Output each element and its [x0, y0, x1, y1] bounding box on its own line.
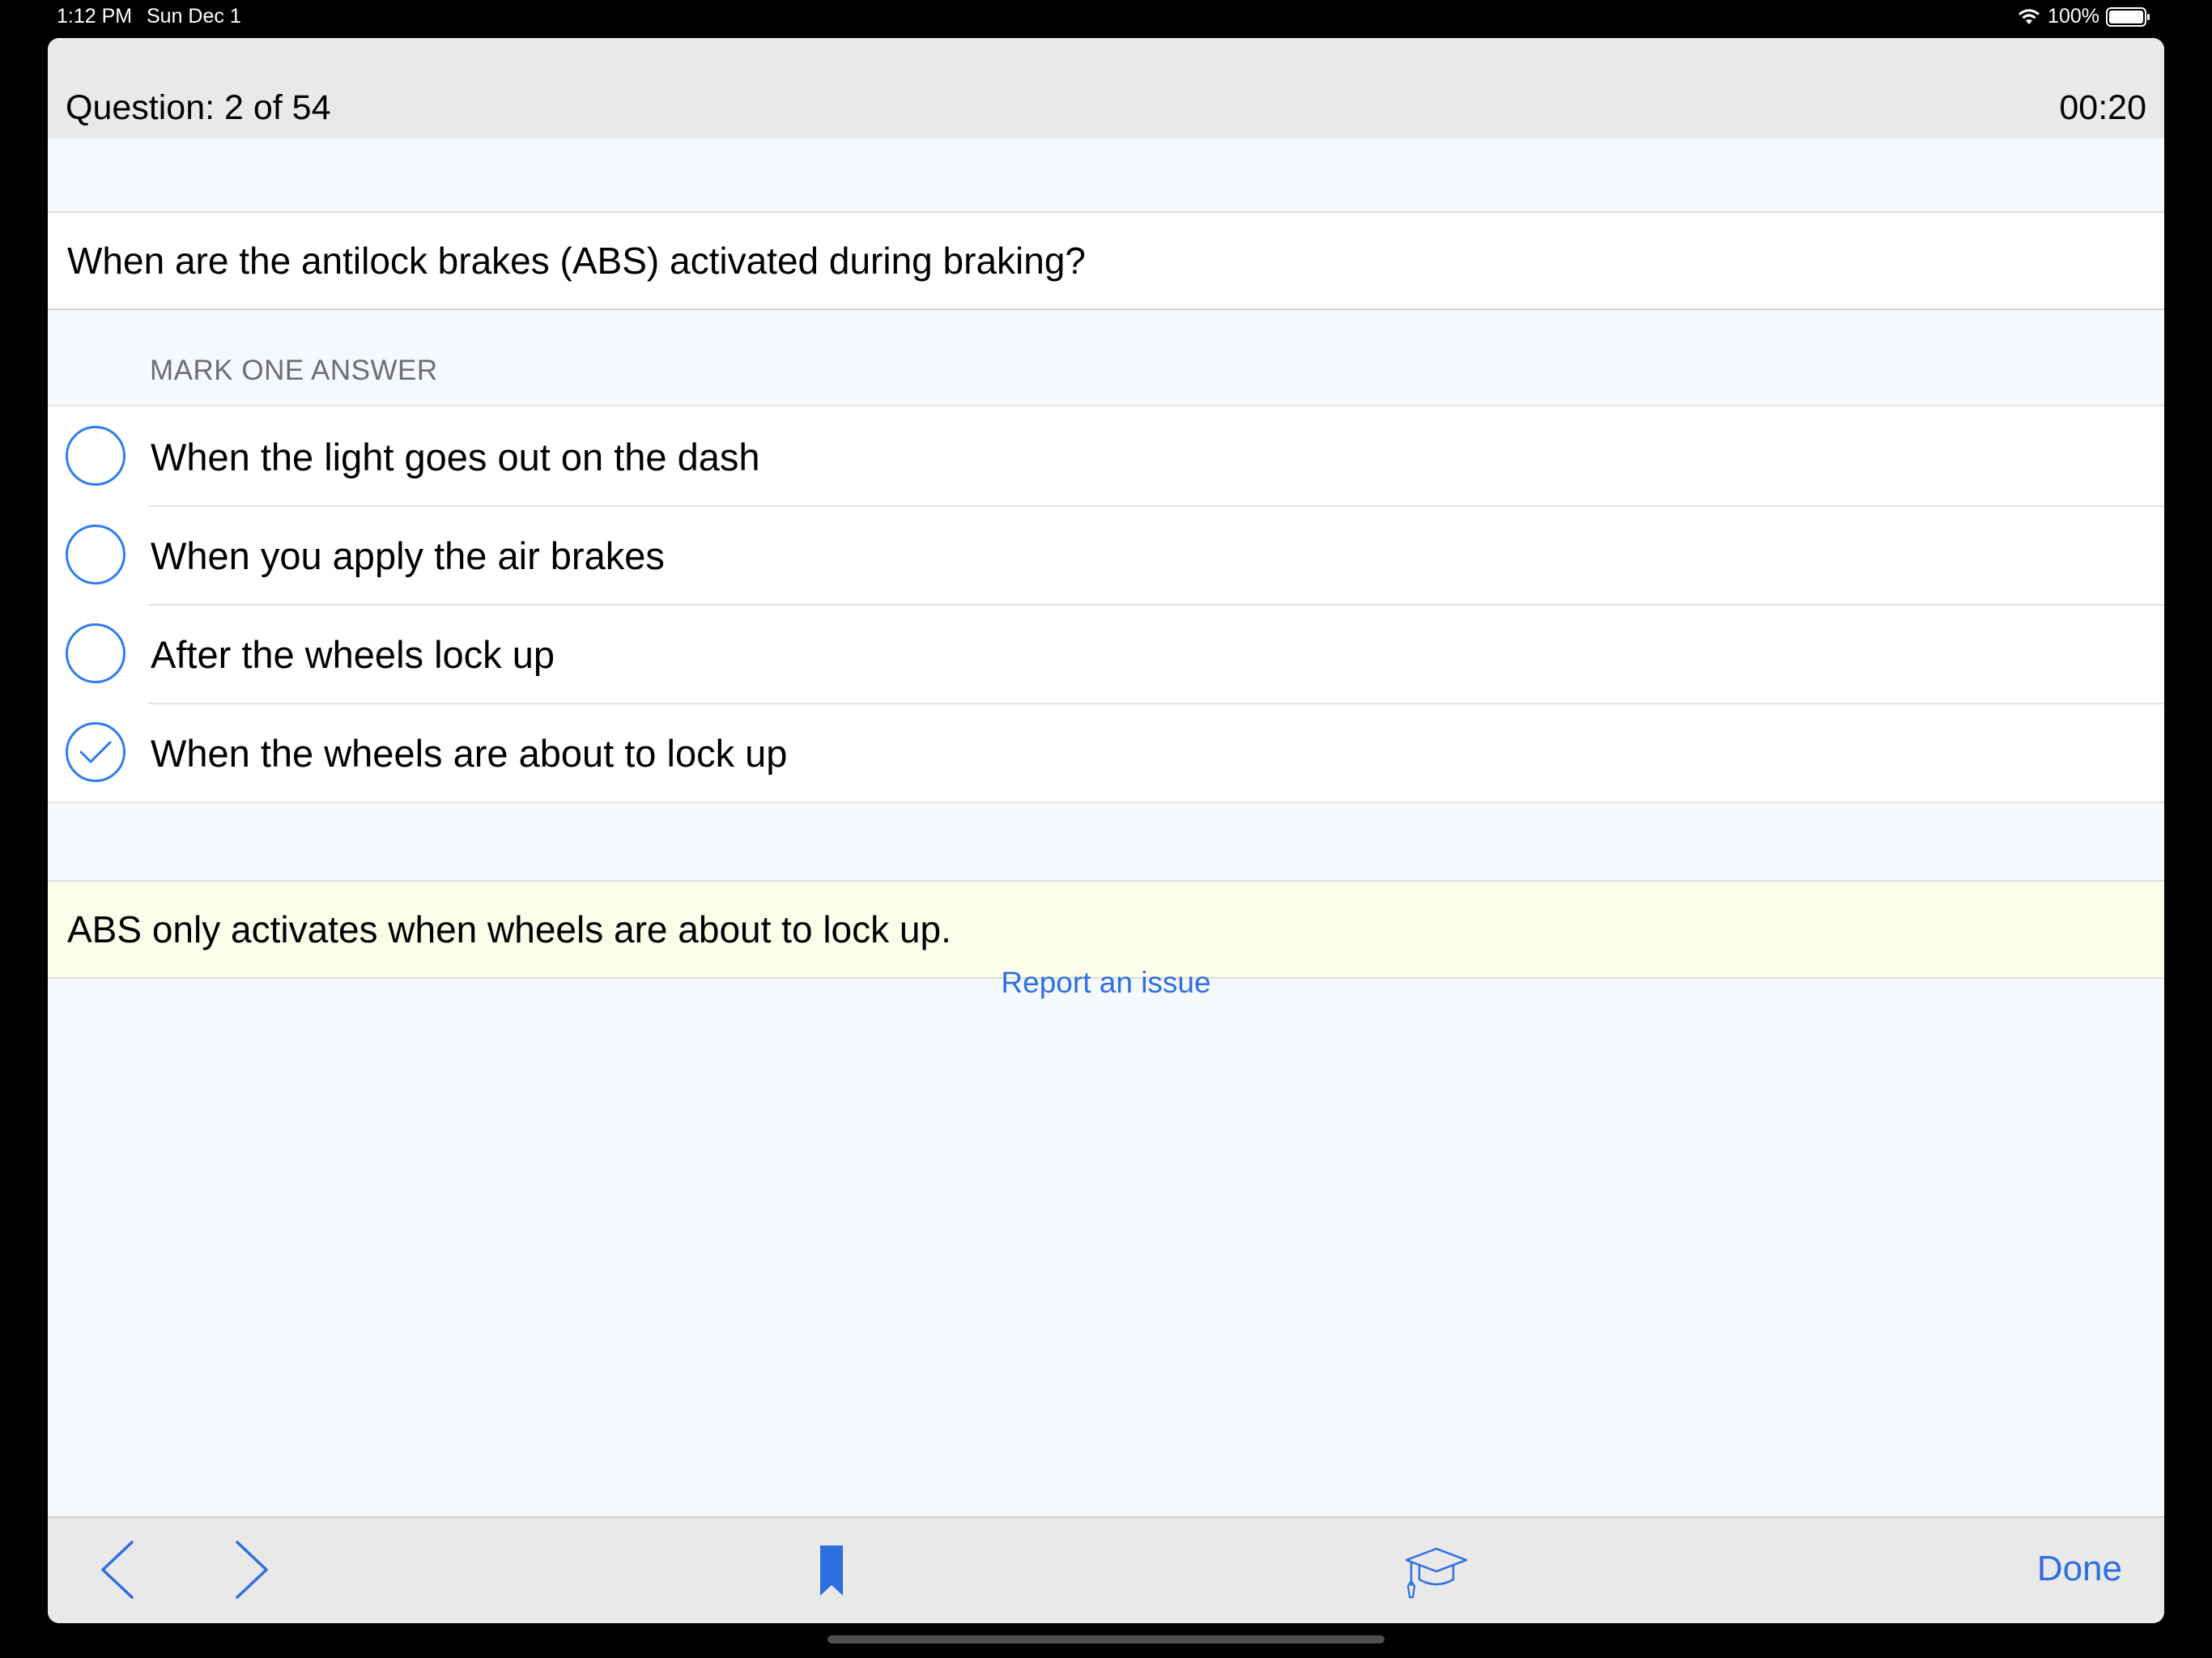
radio-unchecked-icon[interactable] [65, 425, 126, 487]
question-header: Question: 2 of 54 00:20 [48, 38, 2164, 138]
question-text: When are the antilock brakes (ABS) activ… [67, 240, 1086, 282]
wifi-icon [2018, 8, 2040, 24]
done-button[interactable]: Done [2037, 1549, 2122, 1589]
battery-percent: 100% [2048, 5, 2099, 28]
answer-option-3[interactable]: After the wheels lock up [48, 604, 2164, 703]
question-row: When are the antilock brakes (ABS) activ… [48, 211, 2164, 310]
status-right: 100% [2017, 5, 2151, 28]
chevron-right-icon[interactable] [221, 1536, 286, 1604]
status-bar: 1:12 PM Sun Dec 1 100% [0, 0, 2212, 36]
explanation-text: ABS only activates when wheels are about… [67, 908, 951, 950]
battery-icon [2106, 6, 2150, 27]
status-time: 1:12 PM [57, 5, 133, 28]
question-timer: 00:20 [2059, 88, 2146, 127]
answer-option-4[interactable]: When the wheels are about to lock up [48, 703, 2164, 801]
report-issue-link[interactable]: Report an issue [48, 966, 2164, 1000]
question-counter: Question: 2 of 54 [66, 88, 331, 127]
answer-option-1[interactable]: When the light goes out on the dash [48, 406, 2164, 505]
chevron-left-icon[interactable] [83, 1536, 148, 1604]
home-indicator[interactable] [827, 1635, 1385, 1643]
answer-label: When the wheels are about to lock up [151, 732, 788, 775]
radio-checked-icon[interactable] [65, 721, 126, 783]
bottom-toolbar: Done [48, 1516, 2164, 1623]
answer-option-2[interactable]: When you apply the air brakes [48, 505, 2164, 604]
answer-list: When the light goes out on the dash When… [48, 405, 2164, 803]
answer-label: When you apply the air brakes [151, 534, 665, 577]
answer-label: After the wheels lock up [151, 633, 555, 676]
quiz-sheet: Question: 2 of 54 00:20 When are the ant… [48, 38, 2164, 1623]
status-date: Sun Dec 1 [147, 5, 241, 28]
radio-unchecked-icon[interactable] [65, 623, 126, 684]
answers-section-label: MARK ONE ANSWER [150, 355, 438, 386]
explanation-box: ABS only activates when wheels are about… [48, 880, 2164, 979]
answer-label: When the light goes out on the dash [151, 436, 760, 478]
radio-unchecked-icon[interactable] [65, 524, 126, 585]
graduation-cap-icon[interactable] [1400, 1539, 1473, 1604]
bookmark-icon[interactable] [815, 1541, 848, 1601]
